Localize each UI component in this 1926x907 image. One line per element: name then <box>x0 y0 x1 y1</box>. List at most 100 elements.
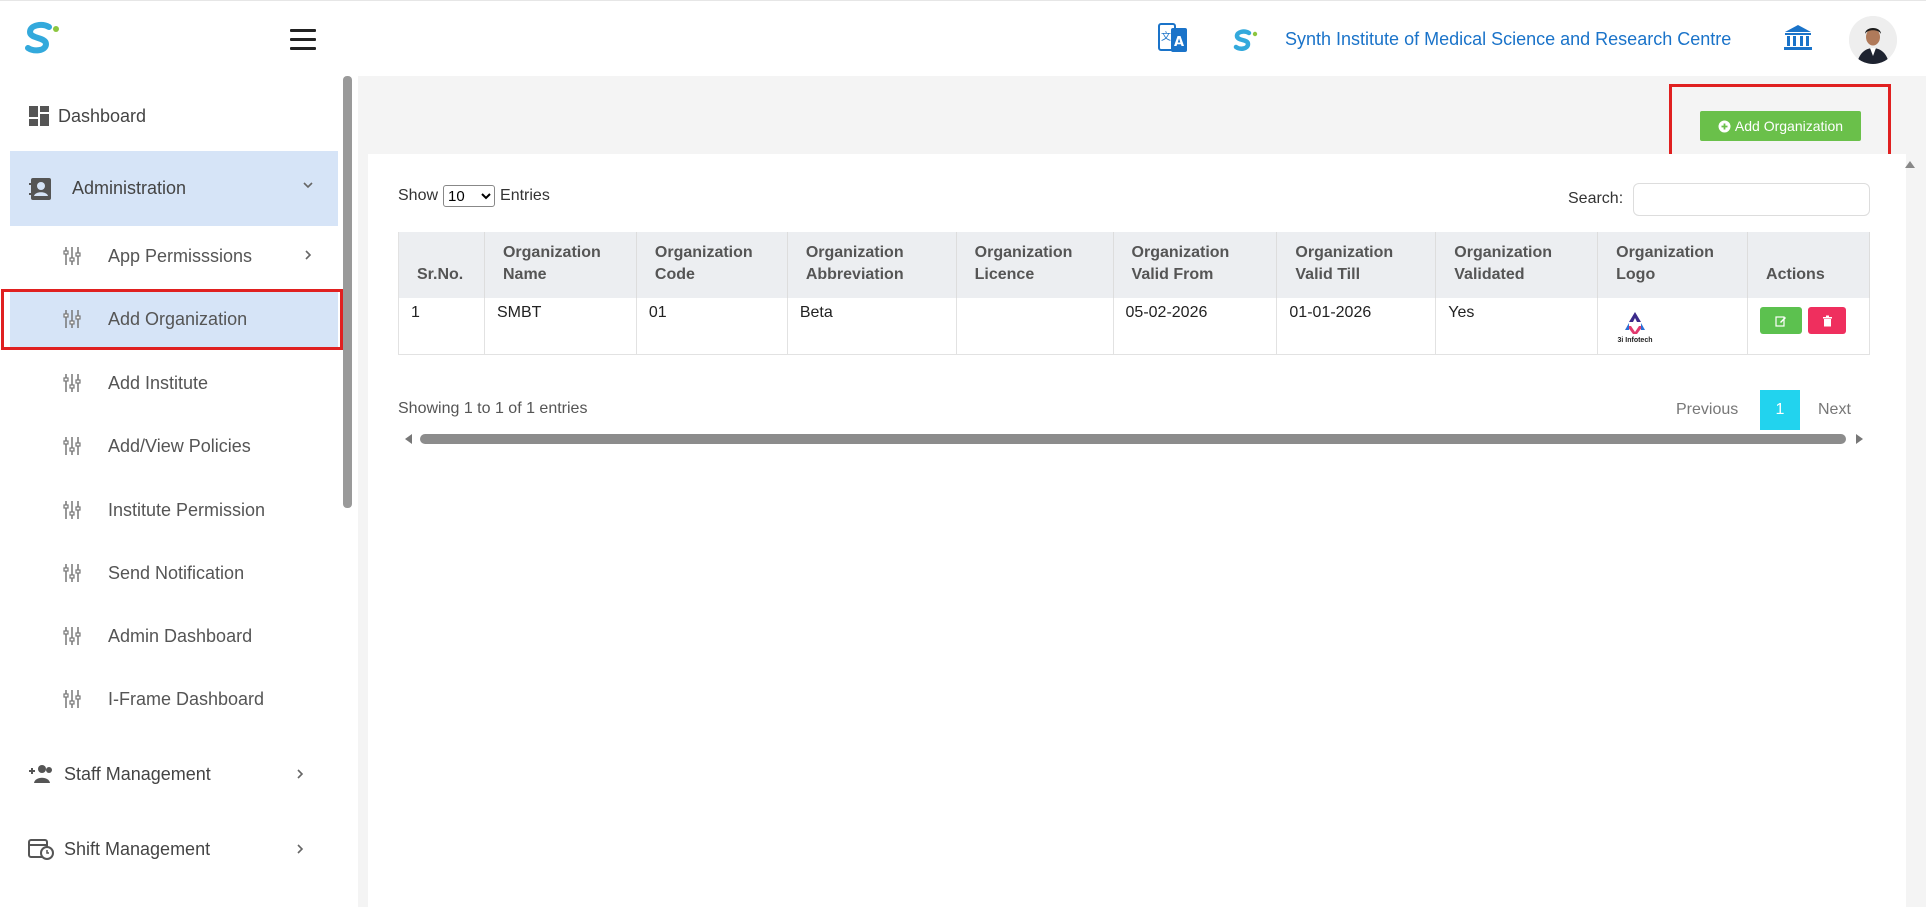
add-organization-button[interactable]: Add Organization <box>1700 111 1861 141</box>
column-header-line1: Organization <box>1295 244 1394 261</box>
pagination-next[interactable]: Next <box>1818 401 1851 419</box>
svg-text:文: 文 <box>1161 30 1171 43</box>
column-header-line2: Valid Till <box>1295 266 1361 283</box>
sidebar-item-administration[interactable]: Administration <box>10 151 338 226</box>
top-header: A 文 Synth Institute of Medical Science a… <box>0 0 1926 76</box>
organization-logo-text: 3i Infotech <box>1618 337 1653 344</box>
sidebar-item-dashboard[interactable]: Dashboard <box>28 100 328 132</box>
edit-button[interactable] <box>1760 307 1803 334</box>
scroll-right-arrow-icon[interactable] <box>1855 433 1865 445</box>
plus-circle-icon <box>1718 120 1731 132</box>
sidebar-item-staff-management[interactable]: Staff Management <box>0 744 340 804</box>
table-header-row: Sr.No. Organization Name Organization Code Or… <box>398 232 1870 298</box>
user-avatar[interactable] <box>1849 16 1897 64</box>
sidebar-item-label: Shift Management <box>64 838 211 859</box>
edit-icon <box>1775 315 1787 327</box>
sliders-icon <box>63 690 81 708</box>
contact-card-icon <box>29 177 51 200</box>
scroll-up-arrow-icon[interactable] <box>1903 158 1917 170</box>
entries-control: Show 10 Entries <box>398 185 550 207</box>
sidebar-subitem-4[interactable]: Institute Permission <box>10 481 338 539</box>
cell-valid_from: 05-02-2026 <box>1113 298 1278 355</box>
cell-validated: Yes <box>1435 298 1599 355</box>
active-item-highlight <box>1 289 343 350</box>
sidebar-subitem-label: App Permisssions <box>108 245 253 266</box>
table-row: 1 SMBT 01 Beta 05-02-2026 01-01-2026 Yes 3i Inf… <box>398 298 1870 355</box>
sliders-icon <box>63 564 81 582</box>
column-header-line1: Organization <box>805 244 904 261</box>
column-header-line2: Licence <box>974 266 1035 283</box>
sliders-icon <box>63 374 81 392</box>
trash-icon <box>1822 315 1832 326</box>
column-header[interactable]: Sr.No. <box>398 232 485 298</box>
column-header[interactable]: Organization Validated <box>1435 232 1599 298</box>
column-header[interactable]: Organization Name <box>484 232 637 298</box>
organization-logo-icon: 3i Infotech <box>1618 312 1653 344</box>
sidebar-subitem-label: Institute Permission <box>108 499 266 520</box>
column-header-line1: Organization <box>1616 244 1714 261</box>
sidebar-subitem-6[interactable]: Admin Dashboard <box>10 607 338 665</box>
search-label: Search: <box>1568 190 1624 207</box>
calendar-clock-icon <box>28 839 54 860</box>
cell-code: 01 <box>636 298 788 355</box>
column-header-line1: Organization <box>502 244 601 261</box>
table-body: 1 SMBT 01 Beta 05-02-2026 01-01-2026 Yes 3i Inf… <box>398 298 1870 355</box>
sidebar-scrollbar[interactable] <box>343 76 352 508</box>
sliders-icon <box>63 437 81 455</box>
column-header-line1: Organization <box>654 244 753 261</box>
hamburger-menu-icon[interactable] <box>290 29 316 50</box>
sliders-icon <box>63 627 81 645</box>
sidebar-subitem-7[interactable]: I-Frame Dashboard <box>10 670 338 728</box>
cell-valid_till: 01-01-2026 <box>1276 298 1437 355</box>
column-header-line2: Name <box>502 266 547 283</box>
sidebar-subitem-5[interactable]: Send Notification <box>10 544 338 602</box>
column-header-line1: Actions <box>1766 266 1825 283</box>
app-logo-icon[interactable] <box>22 21 62 57</box>
institute-name: Synth Institute of Medical Science and R… <box>1285 29 1732 49</box>
column-header[interactable]: Actions <box>1747 232 1870 298</box>
sliders-icon <box>63 501 81 519</box>
sidebar-item-shift-management[interactable]: Shift Management <box>0 819 340 879</box>
column-header[interactable]: Organization Code <box>636 232 788 298</box>
sidebar-subitem-label: Add/View Policies <box>108 435 251 456</box>
pagination-page-1[interactable]: 1 <box>1760 390 1800 430</box>
chevron-right-icon <box>297 844 304 854</box>
column-header[interactable]: Organization Abbreviation <box>787 232 957 298</box>
column-header-line2: Abbreviation <box>805 266 904 283</box>
horizontal-scroll-thumb[interactable] <box>420 434 1846 444</box>
chevron-right-icon <box>305 250 312 260</box>
show-label: Show <box>398 187 439 204</box>
scroll-left-arrow-icon[interactable] <box>403 433 413 445</box>
pagination-previous[interactable]: Previous <box>1676 401 1738 419</box>
column-header[interactable]: Organization Licence <box>956 232 1114 298</box>
chevron-right-icon <box>297 769 304 779</box>
bank-icon[interactable] <box>1783 23 1813 51</box>
sidebar-subitem-2[interactable]: Add Institute <box>10 354 338 412</box>
dashboard-icon <box>29 106 49 126</box>
translate-icon[interactable]: A 文 <box>1157 20 1189 56</box>
sidebar-subitem-0[interactable]: App Permisssions <box>10 227 338 285</box>
cell-actions <box>1747 298 1870 355</box>
sidebar-subitem-label: Admin Dashboard <box>108 625 253 646</box>
svg-text:A: A <box>1174 35 1184 50</box>
sidebar-subitem-label: I-Frame Dashboard <box>108 688 265 709</box>
organization-logo: 3i Infotech <box>1610 304 1660 344</box>
sidebar-item-label: Staff Management <box>64 763 211 784</box>
delete-button[interactable] <box>1808 307 1847 334</box>
sidebar-subitem-3[interactable]: Add/View Policies <box>10 417 338 475</box>
users-add-icon <box>29 765 52 783</box>
entries-select[interactable]: 10 <box>443 185 496 207</box>
column-header-line1: Organization <box>974 244 1073 261</box>
organization-table: Sr.No. Organization Name Organization Code Or… <box>398 232 1870 355</box>
sidebar-subitem-label: Send Notification <box>108 562 245 583</box>
column-header[interactable]: Organization Valid Till <box>1276 232 1437 298</box>
cell-sr: 1 <box>398 298 485 355</box>
search-input[interactable] <box>1633 183 1870 216</box>
institute-logo-icon <box>1233 29 1258 51</box>
column-header-line1: Organization <box>1131 244 1230 261</box>
sidebar-item-label: Administration <box>72 178 187 198</box>
column-header[interactable]: Organization Valid From <box>1113 232 1278 298</box>
column-header-line2: Validated <box>1454 266 1525 283</box>
column-header[interactable]: Organization Logo <box>1597 232 1749 298</box>
cell-licence <box>956 298 1114 355</box>
